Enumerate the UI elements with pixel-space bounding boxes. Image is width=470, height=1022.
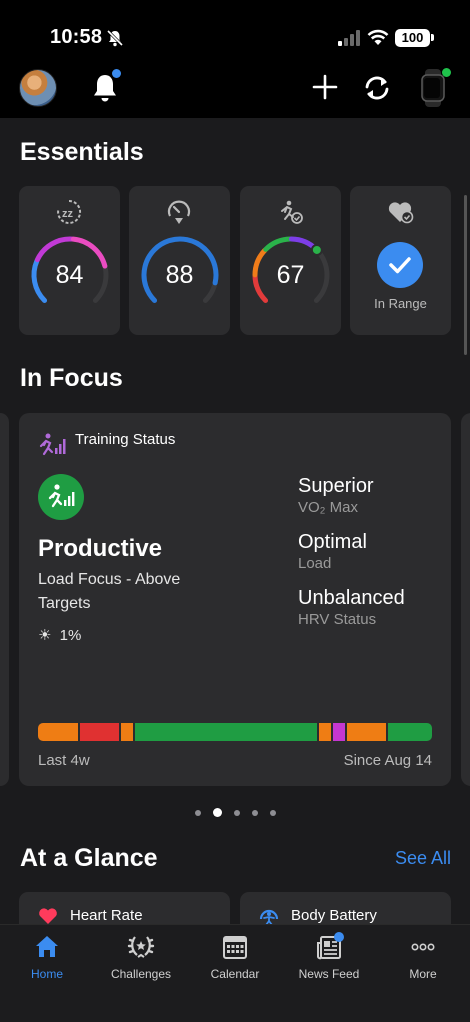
nav-more-label: More (409, 967, 437, 981)
nav-news-feed[interactable]: News Feed (282, 932, 376, 993)
hrv-status-label: HRV Status (298, 611, 377, 628)
nav-home-label: Home (30, 967, 63, 981)
more-icon (411, 943, 435, 951)
hrv-status-value: Unbalanced (298, 587, 405, 609)
vo2max-metric: Superior VO₂ Max (298, 475, 374, 516)
see-all-link[interactable]: See All (395, 848, 451, 869)
training-status-description: Load Focus - Above Targets (38, 571, 181, 612)
device-watch-icon[interactable] (421, 69, 445, 107)
home-icon (36, 936, 58, 957)
hrv-status-metric: Unbalanced HRV Status (298, 587, 405, 628)
training-status-timeline (38, 723, 432, 741)
nav-challenges-label: Challenges (110, 967, 172, 981)
cellular-signal-icon (338, 30, 360, 46)
sun-icon: ☀ (38, 627, 52, 644)
scrollbar[interactable] (464, 195, 467, 355)
svg-text:zz: zz (62, 208, 74, 220)
readiness-value: 67 (276, 261, 305, 289)
heat-acclimation-value: 1% (59, 627, 82, 644)
sleep-score-value: 84 (55, 261, 84, 289)
previous-focus-card-peek[interactable] (0, 413, 9, 786)
nav-challenges[interactable]: Challenges (94, 933, 188, 993)
timeline-segment (319, 723, 331, 741)
in-range-check (377, 242, 423, 288)
stress-value: 88 (165, 261, 194, 289)
productive-badge (38, 474, 84, 520)
vo2max-label: VO₂ Max (298, 499, 358, 516)
device-connected-indicator (442, 68, 451, 77)
page-dot[interactable] (212, 808, 222, 818)
vo2max-value: Superior (298, 475, 374, 497)
calendar-icon (223, 936, 247, 959)
body-battery-label: Body Battery (291, 907, 377, 924)
news-feed-badge (334, 932, 344, 942)
heat-acclimation-row: ☀ 1% (38, 626, 81, 644)
carousel-page-indicator[interactable] (0, 804, 470, 818)
heart-check-icon (388, 202, 414, 224)
next-focus-card-peek[interactable] (461, 413, 470, 786)
essentials-title: Essentials (20, 138, 144, 166)
page-dot[interactable] (269, 809, 276, 816)
stress-gauge-icon (167, 200, 191, 224)
load-value: Optimal (298, 531, 367, 553)
bell-muted-icon (106, 29, 124, 47)
at-a-glance-title: At a Glance (20, 844, 158, 872)
nav-calendar-label: Calendar (210, 967, 260, 981)
training-status-card[interactable]: Training Status Productive Load Focus - … (19, 413, 451, 786)
training-readiness-card[interactable]: 67 (240, 186, 341, 335)
load-label: Load (298, 555, 332, 572)
ring-marker (310, 243, 323, 256)
nav-more[interactable]: More (376, 933, 470, 993)
training-status-title: Training Status (75, 431, 176, 448)
notification-badge (112, 69, 121, 78)
timeline-segment (388, 723, 432, 741)
checkmark-icon (389, 257, 411, 274)
notifications-button[interactable] (90, 69, 121, 104)
avatar[interactable] (19, 69, 57, 107)
timeline-segment (121, 723, 134, 741)
sleep-score-card[interactable]: zz 84 (19, 186, 120, 335)
battery-indicator: 100 (395, 29, 430, 47)
timeline-end-label: Since Aug 14 (343, 752, 432, 769)
app-header (0, 64, 470, 118)
page-dot[interactable] (251, 809, 258, 816)
page-dot[interactable] (194, 809, 201, 816)
in-range-label: In Range (374, 296, 427, 311)
heart-rate-label: Heart Rate (70, 907, 143, 924)
timeline-start-label: Last 4w (38, 752, 90, 769)
status-time: 10:58 (50, 26, 103, 48)
timeline-segment (38, 723, 78, 741)
training-productive-icon (48, 484, 75, 508)
wifi-icon (367, 29, 389, 45)
timeline-segment (135, 723, 318, 741)
nav-news-feed-label: News Feed (298, 967, 360, 981)
bottom-navigation: Home Challenges Calendar News Feed More (0, 924, 470, 1022)
ring-segment (263, 236, 293, 252)
battery-tip (431, 34, 434, 41)
add-button[interactable] (312, 74, 338, 100)
sleep-score-icon: zz (57, 199, 82, 224)
nav-calendar[interactable]: Calendar (188, 933, 282, 993)
status-bar: 10:58 100 (0, 0, 470, 64)
load-metric: Optimal Load (298, 531, 367, 572)
ring-segment (34, 236, 75, 263)
readiness-icon (281, 200, 303, 224)
training-status-value: Productive (38, 535, 163, 562)
challenges-laurel-icon (127, 936, 155, 958)
in-focus-title: In Focus (20, 364, 123, 392)
hrv-in-range-card[interactable]: In Range (350, 186, 451, 335)
sync-button[interactable] (362, 74, 392, 102)
training-status-icon (39, 433, 66, 456)
stress-card[interactable]: 88 (129, 186, 230, 335)
nav-home[interactable]: Home (0, 933, 94, 993)
timeline-segment (79, 723, 120, 741)
timeline-segment (346, 723, 387, 741)
page-dot[interactable] (233, 809, 240, 816)
timeline-segment (332, 723, 345, 741)
